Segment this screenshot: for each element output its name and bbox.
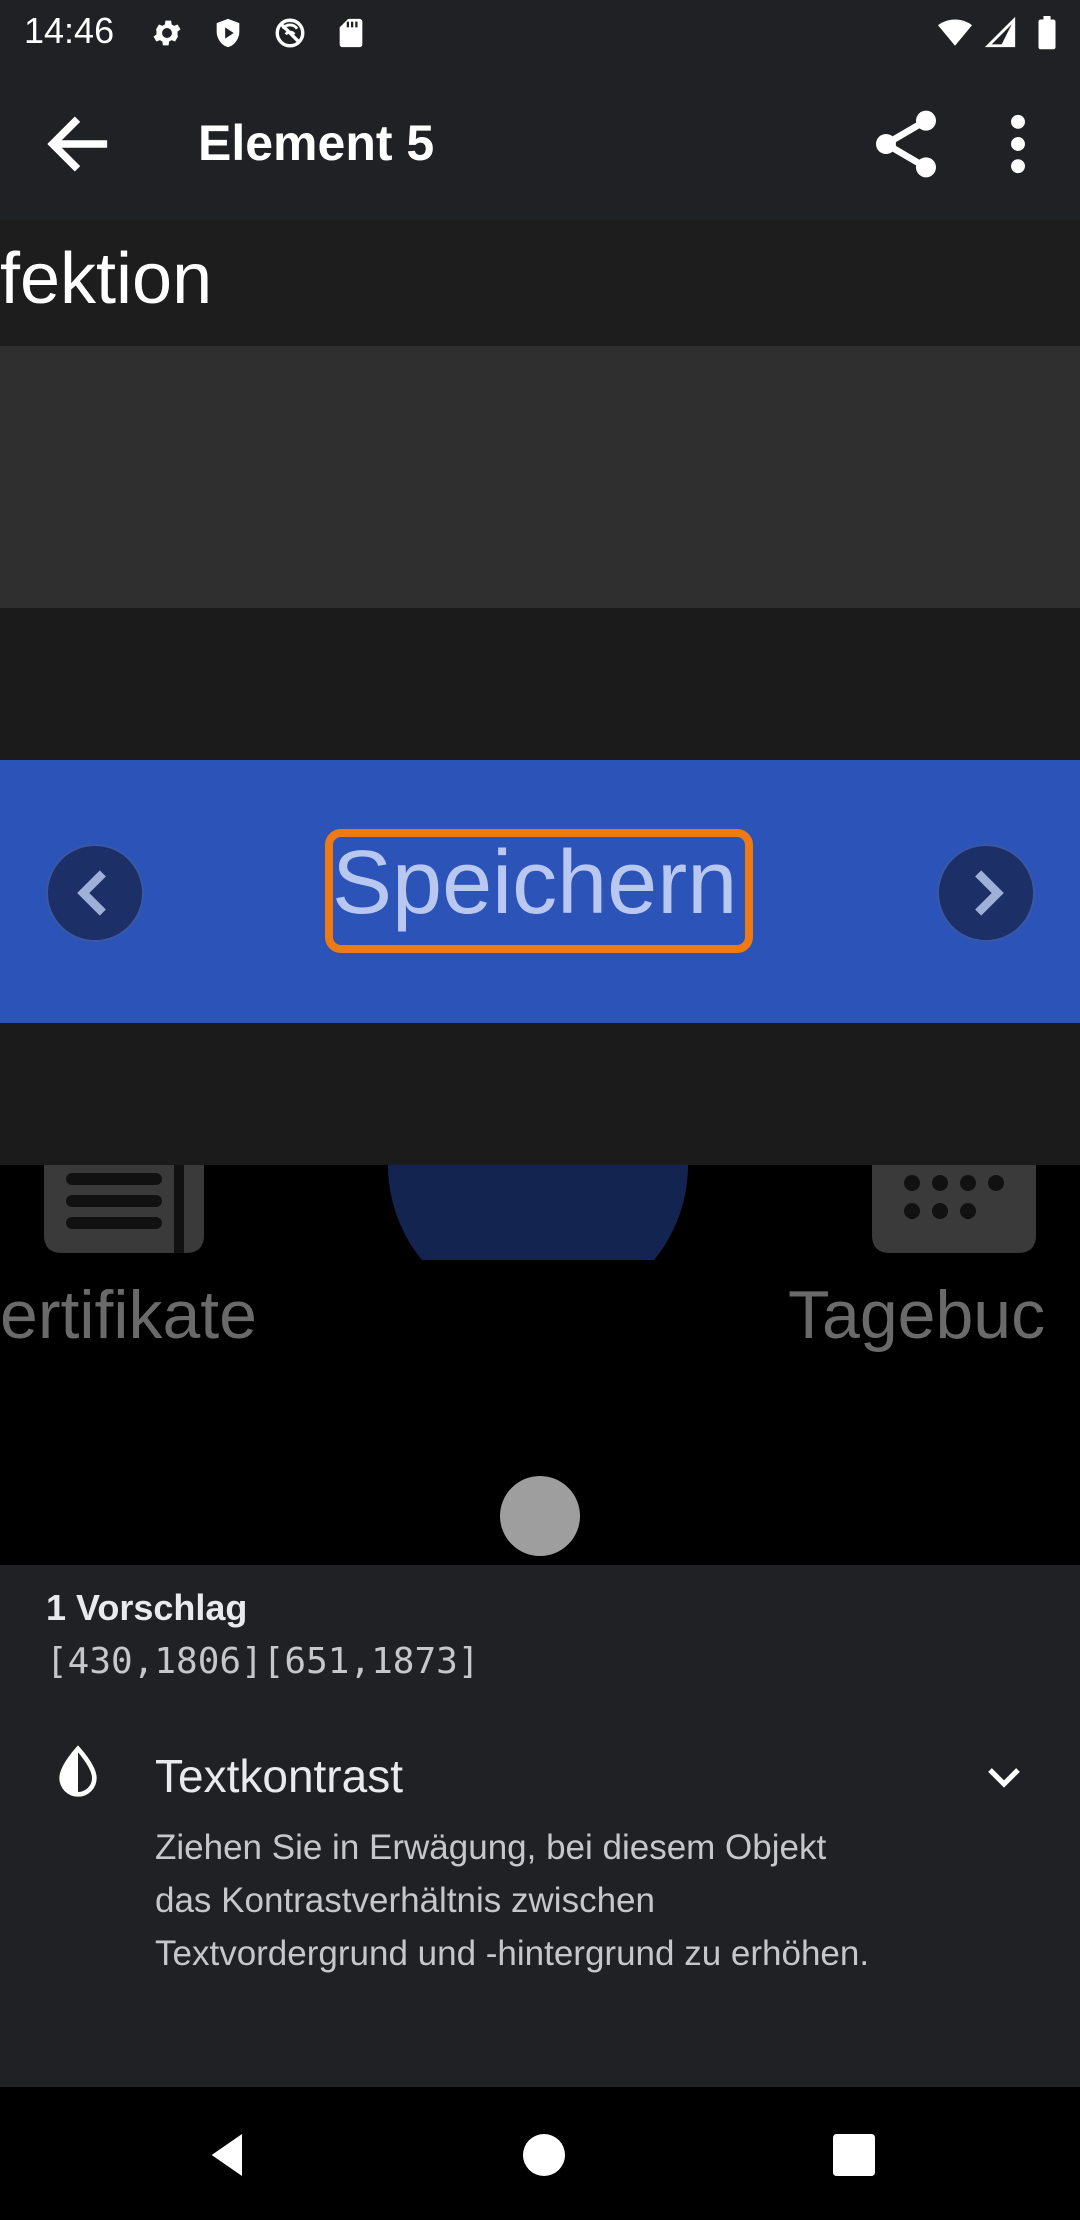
- chevron-left-icon: [77, 870, 106, 916]
- share-icon: [876, 110, 936, 178]
- preview-gap: [0, 608, 1080, 760]
- check-title[interactable]: Textkontrast: [155, 1749, 403, 1803]
- element-bounds: [430,1806][651,1873]: [46, 1641, 480, 1682]
- status-bar: 14:46: [0, 0, 1080, 66]
- preview-top-strip: fektion: [0, 220, 1080, 346]
- nav-back-icon[interactable]: [200, 2127, 256, 2183]
- preview-label-certificates: ertifikate: [0, 1277, 257, 1353]
- system-navigation-bar: [0, 2087, 1080, 2220]
- page-title: Element 5: [198, 115, 435, 171]
- more-vert-icon: [1011, 114, 1025, 174]
- status-time: 14:46: [24, 10, 115, 51]
- back-button[interactable]: [40, 106, 116, 182]
- suggestion-count: 1 Vorschlag: [46, 1587, 248, 1628]
- overflow-menu-button[interactable]: [980, 104, 1056, 184]
- sd-card-icon: [339, 18, 363, 48]
- screenshot-preview: fektion Speichern ertifikate Tagebuc: [0, 220, 1080, 1565]
- drag-handle[interactable]: [500, 1476, 580, 1556]
- highlight-box: [325, 829, 753, 953]
- calendar-icon: [872, 1165, 1036, 1253]
- shield-icon: [216, 18, 240, 48]
- battery-icon: [1038, 16, 1056, 50]
- preview-fragment-text: fektion: [0, 239, 213, 319]
- next-element-button[interactable]: [937, 844, 1035, 942]
- wifi-icon: [938, 19, 972, 46]
- contrast-icon: [59, 1745, 97, 1797]
- expand-more-icon[interactable]: [976, 1749, 1032, 1805]
- preview-label-diary: Tagebuc: [788, 1277, 1046, 1353]
- check-description: Ziehen Sie in Erwägung, bei diesem Objek…: [155, 1828, 870, 1973]
- previous-element-button[interactable]: [46, 844, 144, 942]
- settings-icon: [153, 20, 181, 46]
- center-action-circle: [388, 1100, 688, 1260]
- document-icon: [44, 1165, 204, 1253]
- vpn-icon: [275, 18, 305, 48]
- share-button[interactable]: [866, 104, 946, 184]
- signal-icon: [984, 16, 1016, 48]
- suggestions-sheet: 1 Vorschlag [430,1806][651,1873] Textkon…: [0, 1565, 1080, 2087]
- app-bar: Element 5: [0, 66, 1080, 220]
- nav-recents-icon[interactable]: [826, 2127, 882, 2183]
- preview-panel: [0, 346, 1080, 608]
- chevron-right-icon: [975, 870, 1004, 916]
- nav-home-icon[interactable]: [516, 2127, 572, 2183]
